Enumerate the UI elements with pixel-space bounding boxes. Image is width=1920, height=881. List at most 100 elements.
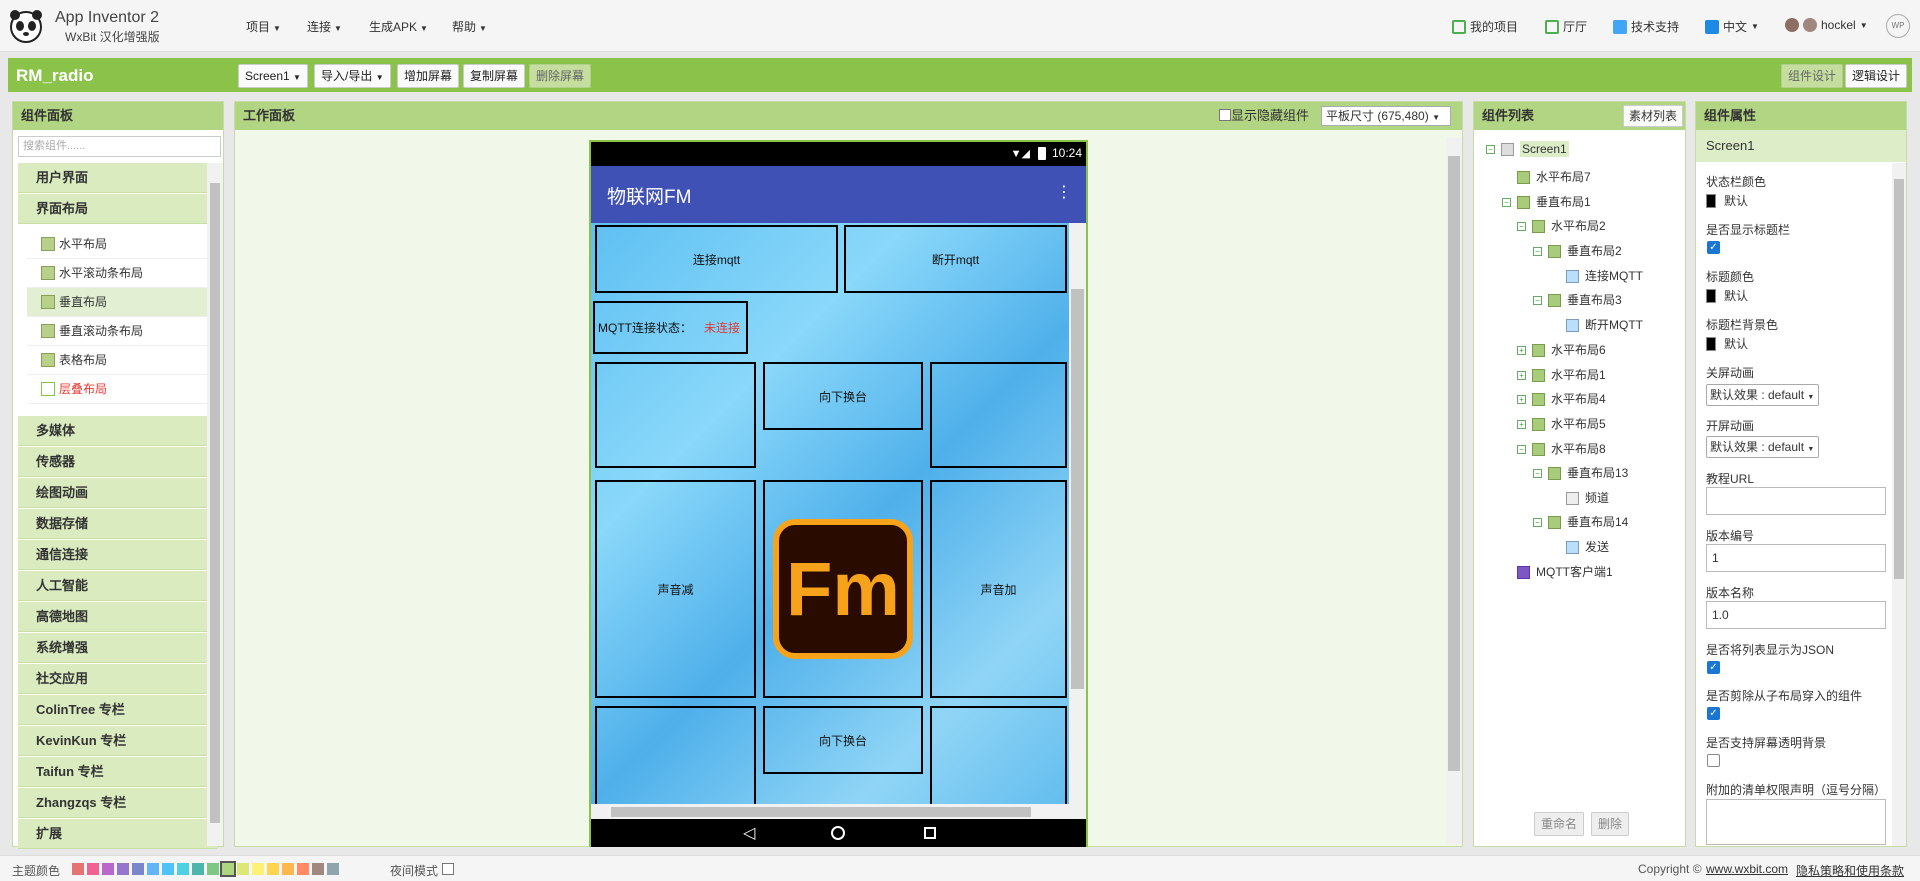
delete-screen-button[interactable]: 删除屏幕 bbox=[529, 64, 592, 88]
back-icon[interactable]: ◁ bbox=[743, 823, 755, 843]
delete-button[interactable]: 删除 bbox=[1591, 812, 1630, 836]
palette-item-stack[interactable]: 层叠布局? bbox=[27, 375, 217, 404]
palette-item-table[interactable]: 表格布局? bbox=[27, 346, 217, 375]
category-layout[interactable]: 界面布局 bbox=[18, 194, 217, 224]
menu-help[interactable]: 帮助 ▼ bbox=[452, 18, 487, 35]
assets-button[interactable]: 素材列表 bbox=[1622, 105, 1683, 127]
show-hidden-toggle[interactable]: 显示隐藏组件 bbox=[1219, 102, 1309, 130]
theme-color-swatch[interactable] bbox=[177, 863, 189, 875]
category-sensors[interactable]: 传感器 bbox=[18, 447, 217, 477]
tree-node[interactable]: − 垂直布局1 bbox=[1502, 193, 1591, 210]
palette-item-horizontal-scroll[interactable]: 水平滚动条布局? bbox=[27, 259, 217, 288]
tree-node[interactable]: − 垂直布局13 bbox=[1533, 464, 1628, 481]
theme-color-swatch[interactable] bbox=[207, 863, 219, 875]
category-colintree[interactable]: ColinTree 专栏 bbox=[18, 695, 217, 725]
theme-color-swatch[interactable] bbox=[252, 863, 264, 875]
tree-node[interactable]: 频道 bbox=[1566, 489, 1609, 506]
theme-color-swatch[interactable] bbox=[297, 863, 309, 875]
theme-color-swatch[interactable] bbox=[117, 863, 129, 875]
volume-up-button[interactable]: 声音加 bbox=[930, 480, 1067, 698]
category-ai[interactable]: 人工智能 bbox=[18, 571, 217, 601]
category-connectivity[interactable]: 通信连接 bbox=[18, 540, 217, 570]
home-icon[interactable] bbox=[831, 826, 845, 840]
theme-color-swatch[interactable] bbox=[162, 863, 174, 875]
category-taifun[interactable]: Taifun 专栏 bbox=[18, 757, 217, 787]
theme-color-swatch[interactable] bbox=[192, 863, 204, 875]
support-link[interactable]: 技术支持 bbox=[1613, 18, 1679, 35]
theme-color-swatch[interactable] bbox=[220, 861, 236, 877]
prop-title-color[interactable]: 默认 bbox=[1706, 287, 1748, 304]
theme-color-swatch[interactable] bbox=[282, 863, 294, 875]
copy-screen-button[interactable]: 复制屏幕 bbox=[463, 64, 526, 88]
gallery-link[interactable]: 厅厅 bbox=[1545, 18, 1587, 35]
palette-item-vertical-scroll[interactable]: 垂直滚动条布局? bbox=[27, 317, 217, 346]
wordpress-icon[interactable]: WP bbox=[1886, 14, 1910, 38]
tree-node[interactable]: 断开MQTT bbox=[1566, 316, 1643, 333]
add-screen-button[interactable]: 增加屏幕 bbox=[397, 64, 460, 88]
category-system[interactable]: 系统增强 bbox=[18, 633, 217, 663]
prop-statusbar-color[interactable]: 默认 bbox=[1706, 192, 1748, 209]
tree-node[interactable]: − 垂直布局2 bbox=[1533, 242, 1622, 259]
tree-node[interactable]: + 水平布局6 bbox=[1517, 341, 1606, 358]
screen-select[interactable]: Screen1 ▼ bbox=[238, 64, 308, 88]
tree-node[interactable]: − 垂直布局3 bbox=[1533, 291, 1622, 308]
expand-icon[interactable]: + bbox=[1517, 346, 1526, 356]
night-mode-checkbox[interactable] bbox=[442, 863, 454, 875]
theme-color-swatch[interactable] bbox=[147, 863, 159, 875]
collapse-icon[interactable]: − bbox=[1533, 469, 1542, 479]
palette-item-vertical[interactable]: 垂直布局? bbox=[27, 288, 217, 317]
tree-node[interactable]: − 水平布局2 bbox=[1517, 217, 1606, 234]
tree-node[interactable]: 连接MQTT bbox=[1566, 267, 1643, 284]
collapse-icon[interactable]: − bbox=[1502, 198, 1511, 208]
show-hidden-checkbox[interactable] bbox=[1219, 109, 1231, 121]
privacy-link[interactable]: 隐私策略和使用条款 bbox=[1796, 862, 1904, 879]
prop-titlebar-bg[interactable]: 默认 bbox=[1706, 335, 1748, 352]
permissions-textarea[interactable] bbox=[1706, 799, 1886, 845]
cut-child-checkbox[interactable]: ✓ bbox=[1707, 707, 1720, 720]
viewer-scrollbar[interactable] bbox=[1446, 138, 1462, 844]
theme-color-swatch[interactable] bbox=[327, 863, 339, 875]
phone-horizontal-scrollbar[interactable] bbox=[591, 804, 1086, 819]
blocks-button[interactable]: 逻辑设计 bbox=[1845, 64, 1908, 88]
rename-button[interactable]: 重命名 bbox=[1534, 812, 1585, 836]
channel-down-button-2[interactable]: 向下换台 bbox=[763, 706, 923, 774]
phone-vertical-scrollbar[interactable] bbox=[1069, 223, 1086, 804]
show-title-checkbox[interactable]: ✓ bbox=[1707, 241, 1720, 254]
palette-item-horizontal[interactable]: 水平布局? bbox=[27, 230, 217, 259]
collapse-icon[interactable]: − bbox=[1486, 145, 1495, 155]
expand-icon[interactable]: + bbox=[1517, 420, 1526, 430]
close-anim-select[interactable]: 默认效果 : default ▼ bbox=[1706, 384, 1819, 406]
designer-button[interactable]: 组件设计 bbox=[1781, 64, 1844, 88]
user-menu[interactable]: hockel ▼ bbox=[1785, 18, 1868, 32]
tree-node[interactable]: + 水平布局1 bbox=[1517, 366, 1606, 383]
category-extensions[interactable]: 扩展 bbox=[18, 819, 217, 849]
collapse-icon[interactable]: − bbox=[1533, 247, 1542, 257]
collapse-icon[interactable]: − bbox=[1533, 518, 1542, 528]
version-code-input[interactable]: 1 bbox=[1706, 544, 1886, 572]
tree-node[interactable]: 发送 bbox=[1566, 538, 1609, 555]
category-drawing[interactable]: 绘图动画 bbox=[18, 478, 217, 508]
theme-color-swatch[interactable] bbox=[87, 863, 99, 875]
palette-scrollbar[interactable] bbox=[207, 163, 223, 846]
overflow-menu-icon[interactable]: ⋮ bbox=[1056, 182, 1072, 202]
tree-node[interactable]: MQTT客户端1 bbox=[1517, 563, 1613, 580]
tree-node-screen1[interactable]: − Screen1 bbox=[1486, 141, 1569, 157]
category-user-interface[interactable]: 用户界面 bbox=[18, 163, 217, 193]
tree-node[interactable]: 水平布局7 bbox=[1517, 168, 1591, 185]
version-name-input[interactable]: 1.0 bbox=[1706, 601, 1886, 629]
menu-connect[interactable]: 连接 ▼ bbox=[307, 18, 342, 35]
connect-mqtt-button[interactable]: 连接mqtt bbox=[595, 225, 838, 293]
expand-icon[interactable]: + bbox=[1517, 371, 1526, 381]
device-size-select[interactable]: 平板尺寸 (675,480) ▼ bbox=[1321, 106, 1451, 126]
channel-down-button[interactable]: 向下换台 bbox=[763, 362, 923, 430]
theme-color-swatch[interactable] bbox=[267, 863, 279, 875]
tree-node[interactable]: + 水平布局5 bbox=[1517, 415, 1606, 432]
collapse-icon[interactable]: − bbox=[1517, 222, 1526, 232]
my-projects-link[interactable]: 我的项目 bbox=[1452, 18, 1518, 35]
collapse-icon[interactable]: − bbox=[1533, 296, 1542, 306]
expand-icon[interactable]: + bbox=[1517, 395, 1526, 405]
tree-node[interactable]: + 水平布局4 bbox=[1517, 390, 1606, 407]
collapse-icon[interactable]: − bbox=[1517, 445, 1526, 455]
category-storage[interactable]: 数据存储 bbox=[18, 509, 217, 539]
category-social[interactable]: 社交应用 bbox=[18, 664, 217, 694]
